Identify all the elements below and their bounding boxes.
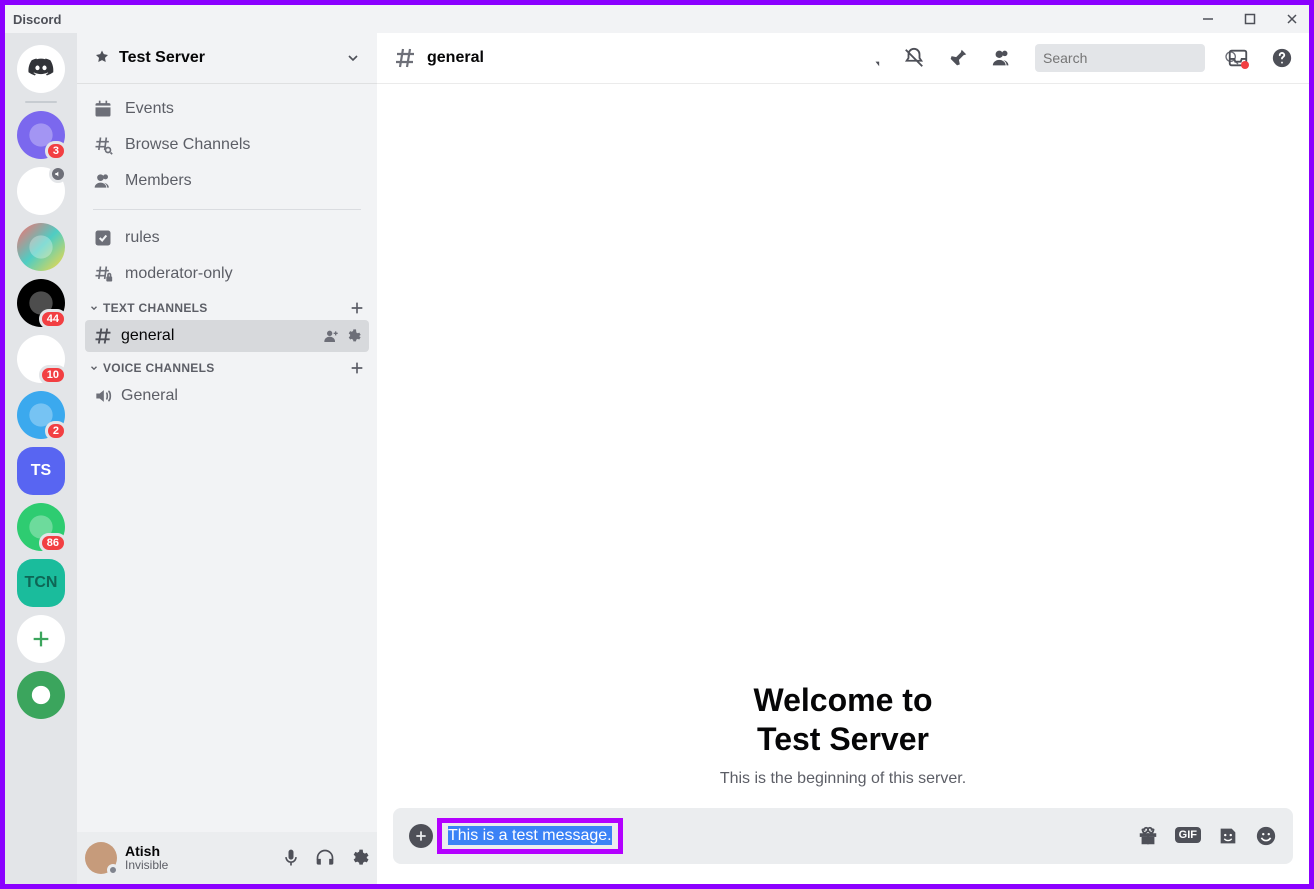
server-item-7[interactable]: TS xyxy=(17,447,65,495)
titlebar: Discord xyxy=(5,5,1309,33)
search-box[interactable] xyxy=(1035,44,1205,72)
settings-button[interactable] xyxy=(349,848,369,868)
server-badge-icon xyxy=(93,49,111,67)
sticker-button[interactable] xyxy=(1217,825,1239,847)
server-badge: 44 xyxy=(39,309,67,329)
divider xyxy=(93,209,361,210)
deafen-button[interactable] xyxy=(315,848,335,868)
quick-link-events[interactable]: Events xyxy=(85,91,369,127)
notification-button[interactable] xyxy=(903,47,925,69)
quick-link-browse-channels[interactable]: Browse Channels xyxy=(85,127,369,163)
attach-button[interactable] xyxy=(409,824,433,848)
server-item-10[interactable] xyxy=(17,615,65,663)
volume-icon xyxy=(49,165,67,183)
server-header[interactable]: Test Server xyxy=(77,33,377,83)
invite-icon[interactable] xyxy=(323,328,339,344)
channel-label: general xyxy=(121,327,174,345)
app-name: Discord xyxy=(13,12,61,27)
hash-icon xyxy=(393,46,417,70)
search-input[interactable] xyxy=(1043,50,1224,66)
hash-lock-icon xyxy=(93,264,113,284)
user-panel: Atish Invisible xyxy=(77,832,377,884)
mute-button[interactable] xyxy=(281,848,301,868)
message-composer: This is a test message. GIF xyxy=(393,808,1293,864)
notification-dot xyxy=(1241,61,1249,69)
server-badge: 2 xyxy=(45,421,67,441)
quick-link-members[interactable]: Members xyxy=(85,163,369,199)
server-item-2[interactable] xyxy=(17,167,65,215)
chevron-down-icon xyxy=(89,303,99,313)
check-square-icon xyxy=(93,228,113,248)
welcome-line2: Test Server xyxy=(720,721,966,758)
channel-sidebar: Test Server Events Browse Channels Members… xyxy=(77,33,377,884)
pinned-button[interactable] xyxy=(947,47,969,69)
hash-icon xyxy=(93,326,113,346)
category-label: VOICE CHANNELS xyxy=(103,361,215,375)
gif-button[interactable]: GIF xyxy=(1175,825,1201,847)
server-item-0[interactable] xyxy=(17,45,65,93)
server-badge: 3 xyxy=(45,141,67,161)
emoji-button[interactable] xyxy=(1255,825,1277,847)
speaker-icon xyxy=(93,386,113,406)
server-badge: 86 xyxy=(39,533,67,553)
help-button[interactable] xyxy=(1271,47,1293,69)
user-avatar[interactable] xyxy=(85,842,117,874)
maximize-button[interactable] xyxy=(1241,10,1259,28)
channel-label: General xyxy=(121,387,178,405)
server-badge: 10 xyxy=(39,365,67,385)
server-item-9[interactable]: TCN xyxy=(17,559,65,607)
server-item-11[interactable] xyxy=(17,671,65,719)
channel-rules[interactable]: rules xyxy=(85,220,369,256)
quick-link-label: Events xyxy=(125,100,174,118)
message-text: This is a test message. xyxy=(448,826,612,845)
welcome-line1: Welcome to xyxy=(720,682,966,719)
calendar-icon xyxy=(93,99,113,119)
channel-label: rules xyxy=(125,229,160,247)
server-item-6[interactable]: 2 xyxy=(17,391,65,439)
gear-icon[interactable] xyxy=(345,328,361,344)
chevron-down-icon xyxy=(89,363,99,373)
welcome-sub: This is the beginning of this server. xyxy=(720,770,966,788)
channel-title: general xyxy=(427,49,484,67)
inbox-button[interactable] xyxy=(1227,47,1249,69)
server-name: Test Server xyxy=(119,49,205,67)
welcome-message: Welcome to Test Server This is the begin… xyxy=(720,682,966,788)
chat-header: general xyxy=(377,33,1309,83)
quick-link-label: Members xyxy=(125,172,192,190)
chat-area: general Welcome to Test Server This is t… xyxy=(377,33,1309,884)
server-item-8[interactable]: 86 xyxy=(17,503,65,551)
channel-moderator-only[interactable]: moderator-only xyxy=(85,256,369,292)
category-label: TEXT CHANNELS xyxy=(103,301,208,315)
server-list: 3 44 10 2 TS 86 TCN xyxy=(5,33,77,884)
quick-link-label: Browse Channels xyxy=(125,136,250,154)
channel-general[interactable]: General xyxy=(85,380,369,412)
server-item-5[interactable]: 10 xyxy=(17,335,65,383)
people-icon xyxy=(93,171,113,191)
category-voice-channels[interactable]: VOICE CHANNELS xyxy=(85,352,369,380)
category-text-channels[interactable]: TEXT CHANNELS xyxy=(85,292,369,320)
add-channel-button[interactable] xyxy=(349,300,365,316)
channel-label: moderator-only xyxy=(125,265,233,283)
user-name: Atish xyxy=(125,844,168,859)
server-item-4[interactable]: 44 xyxy=(17,279,65,327)
hash-search-icon xyxy=(93,135,113,155)
message-input[interactable]: This is a test message. xyxy=(447,818,1123,854)
server-item-3[interactable] xyxy=(17,223,65,271)
user-status: Invisible xyxy=(125,859,168,872)
server-item-1[interactable]: 3 xyxy=(17,111,65,159)
status-indicator xyxy=(107,864,119,876)
chevron-down-icon xyxy=(345,50,361,66)
close-button[interactable] xyxy=(1283,10,1301,28)
threads-button[interactable] xyxy=(859,47,881,69)
members-button[interactable] xyxy=(991,47,1013,69)
message-list: Welcome to Test Server This is the begin… xyxy=(377,83,1309,808)
minimize-button[interactable] xyxy=(1199,10,1217,28)
server-separator xyxy=(25,101,57,103)
gift-button[interactable] xyxy=(1137,825,1159,847)
add-channel-button[interactable] xyxy=(349,360,365,376)
channel-general[interactable]: general xyxy=(85,320,369,352)
